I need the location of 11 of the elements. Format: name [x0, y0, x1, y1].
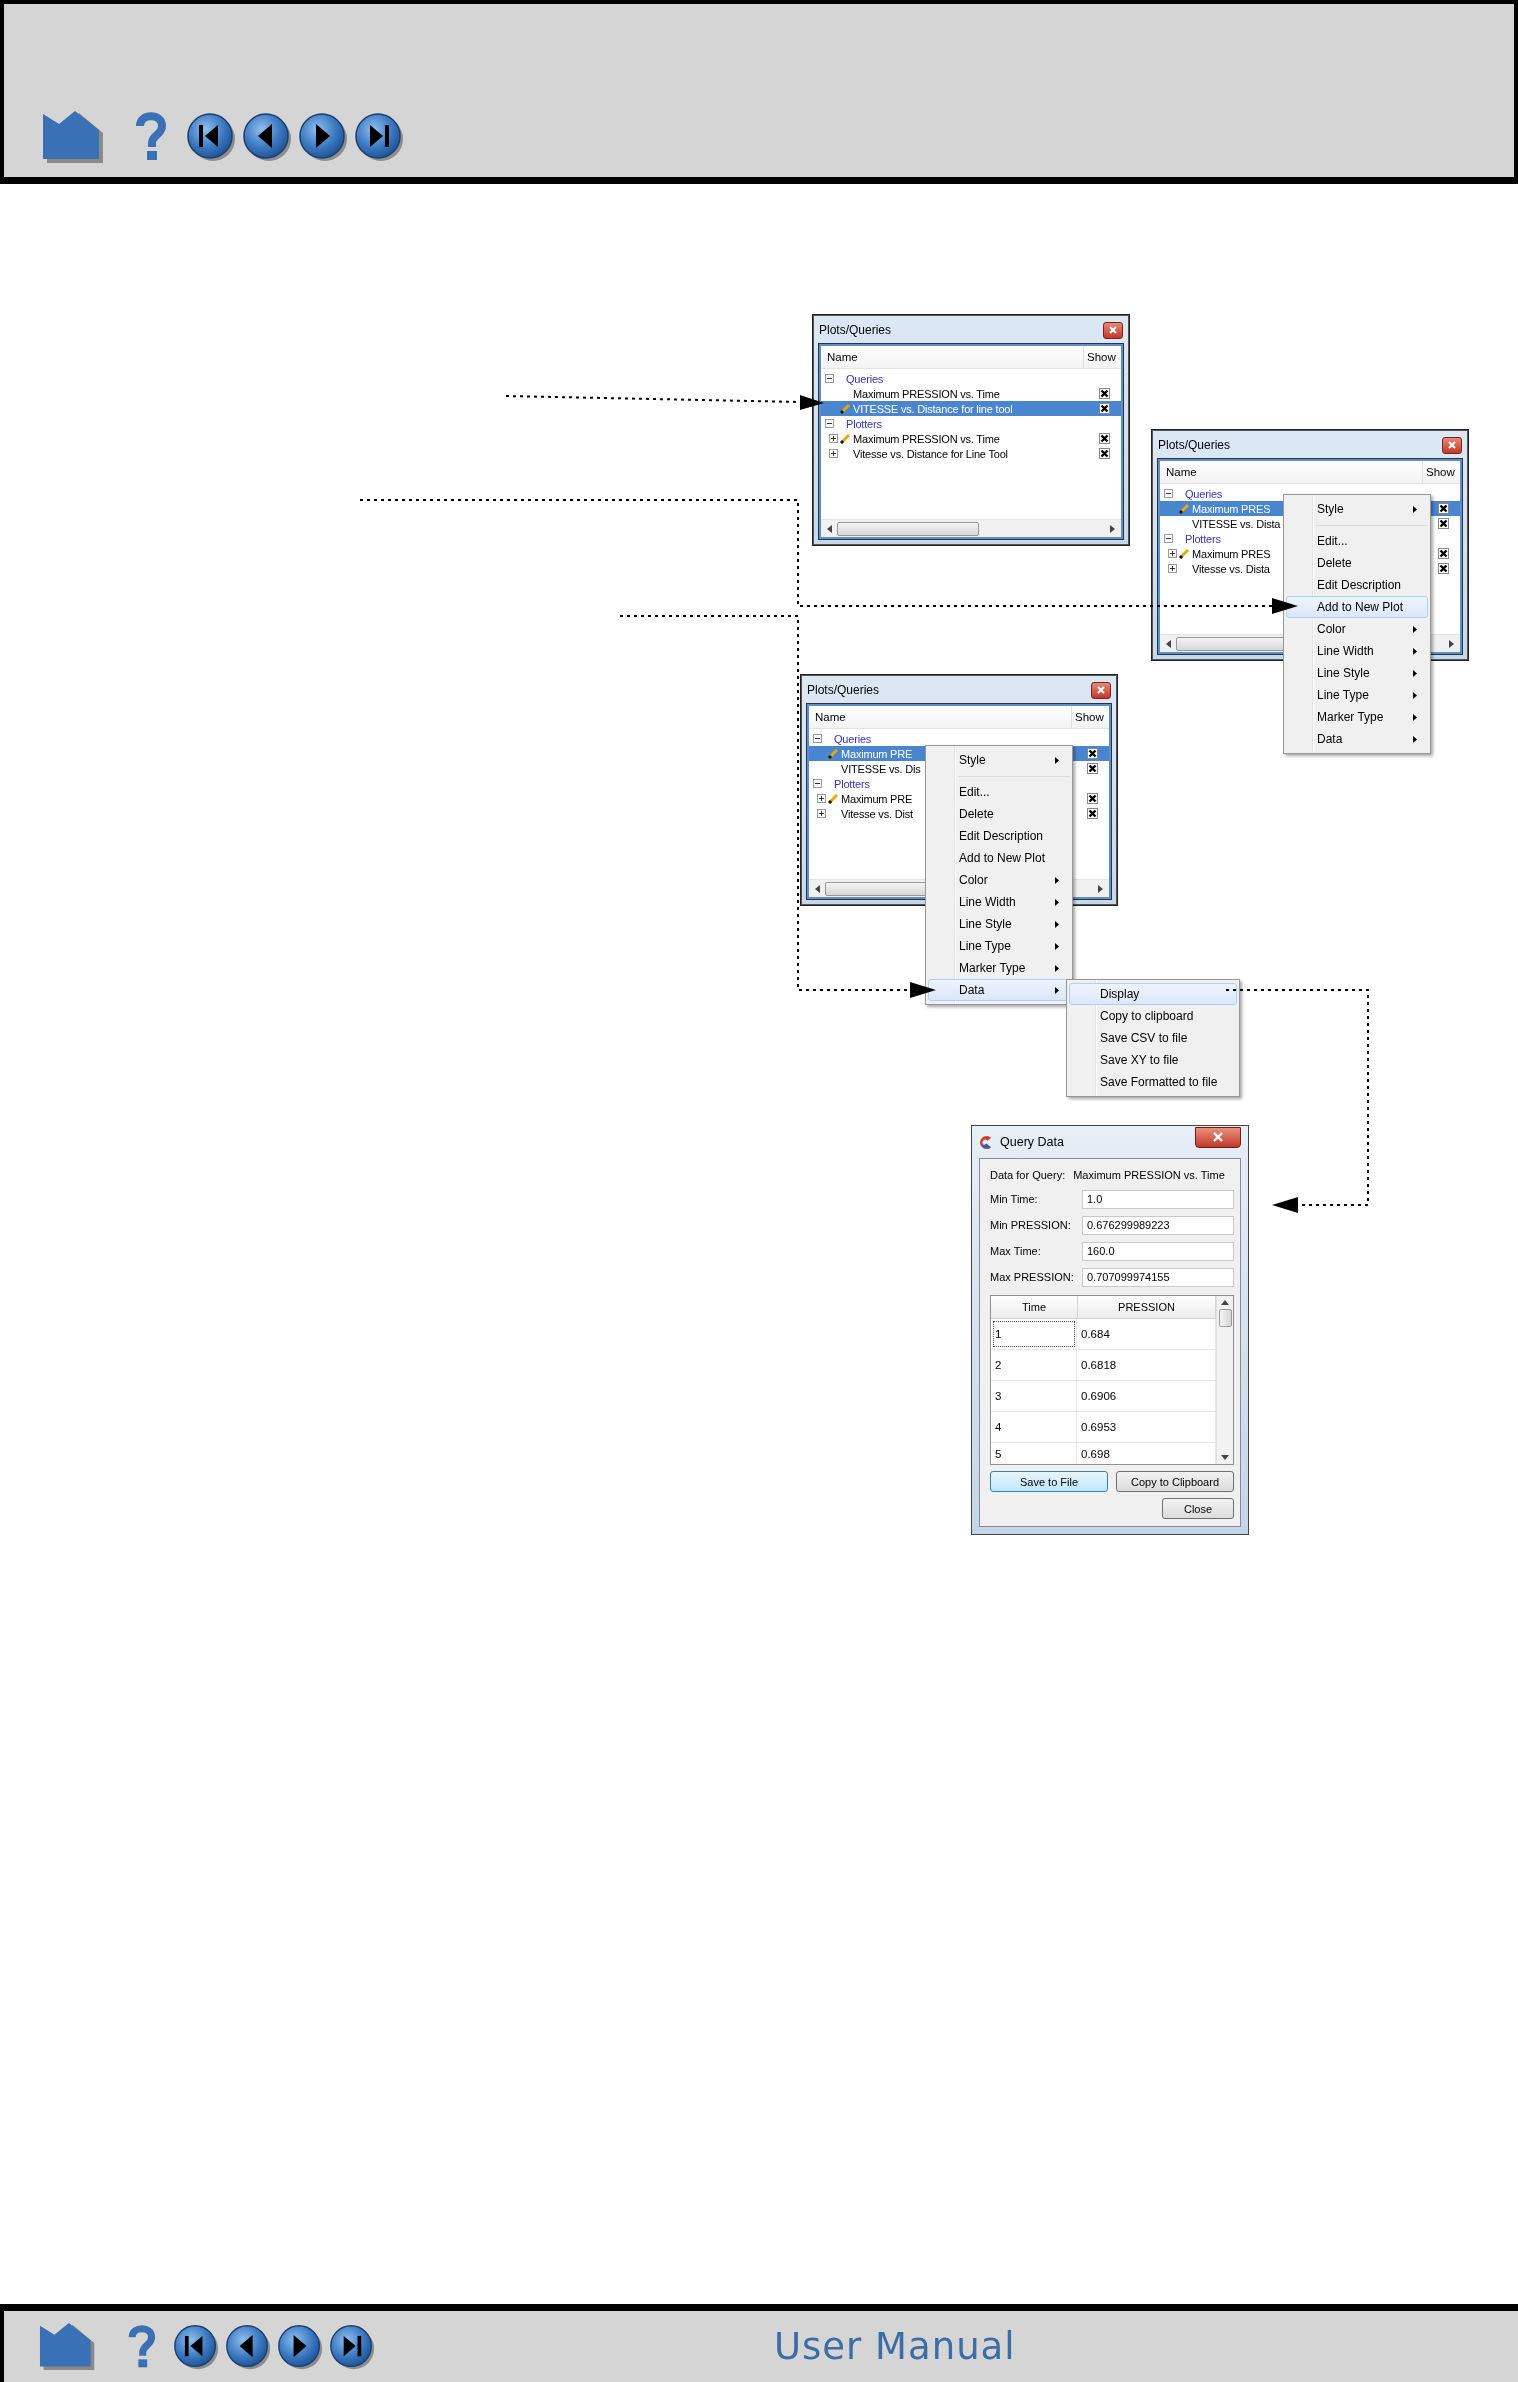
window-title: Plots/Queries [807, 683, 880, 697]
field-label: Max Time: [990, 1245, 1042, 1257]
window-title: Plots/Queries [819, 323, 892, 337]
query-name: Maximum PRESSION vs. Time [1073, 1169, 1225, 1181]
manual-title: User Manual [774, 2325, 1016, 2368]
window-title: Query Data [1000, 1135, 1065, 1149]
field-label: Max PRESSION: [990, 1271, 1075, 1283]
field-label: Min PRESSION: [990, 1219, 1072, 1231]
field-label: Data for Query: [990, 1169, 1066, 1181]
field-label: Min Time: [990, 1193, 1039, 1205]
window-title: Plots/Queries [1158, 438, 1231, 452]
